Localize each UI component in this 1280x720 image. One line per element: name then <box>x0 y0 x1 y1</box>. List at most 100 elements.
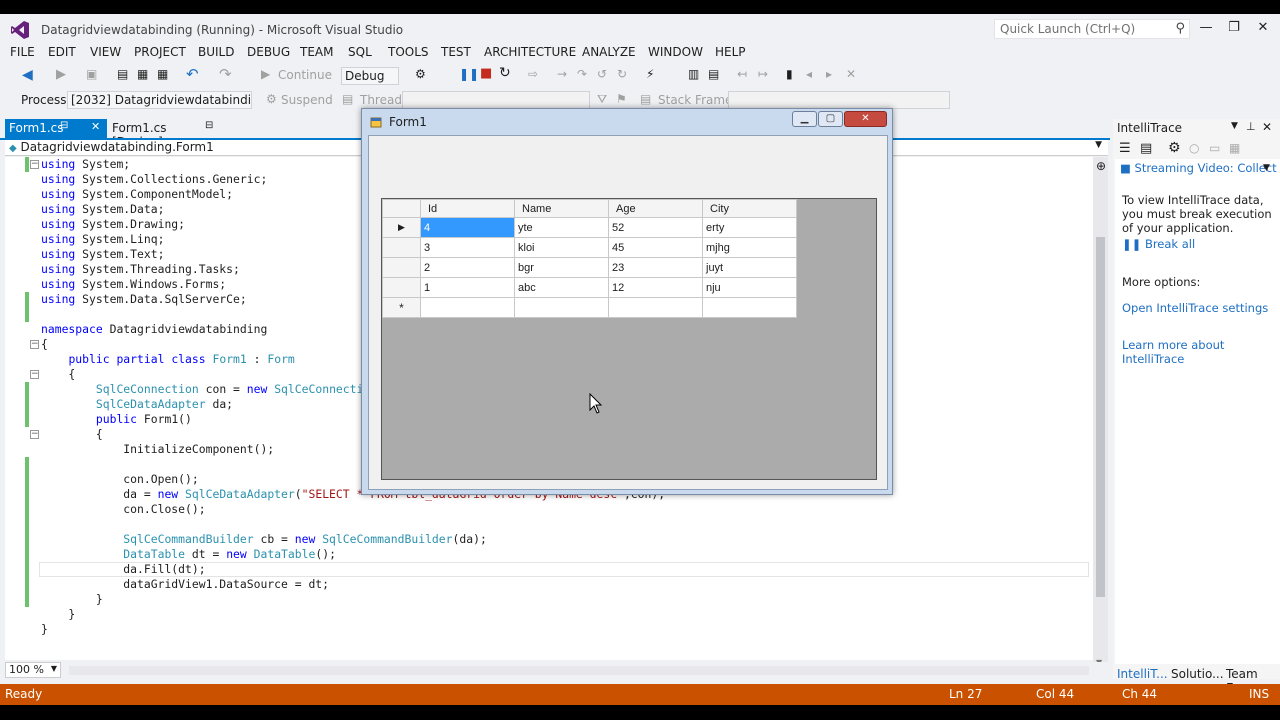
vertical-scrollbar[interactable]: ⊕ ▼ <box>1093 157 1108 672</box>
split-icon[interactable]: ⊕ <box>1096 159 1106 173</box>
code-line[interactable]: using System.Threading.Tasks; <box>41 262 240 277</box>
code-line[interactable]: con.Close(); <box>41 502 205 517</box>
show-next-statement-icon[interactable]: ⇨ <box>528 67 538 81</box>
stack-frame-select[interactable] <box>728 91 950 109</box>
new-project-icon[interactable]: ▣ <box>86 67 97 81</box>
bookmark-icon[interactable]: ▮ <box>786 67 793 81</box>
redo-icon[interactable]: ↷ <box>219 65 232 83</box>
threads-icon[interactable]: ▥ <box>688 67 699 81</box>
form-minimize-button[interactable]: ▁ <box>792 111 817 127</box>
chevron-down-icon[interactable]: ▼ <box>1231 121 1238 131</box>
code-line[interactable]: using System.ComponentModel; <box>41 187 233 202</box>
form-close-button[interactable]: ✕ <box>844 111 887 127</box>
code-line[interactable]: using System.Data.SqlServerCe; <box>41 292 247 307</box>
code-line[interactable]: namespace Datagridviewdatabinding <box>41 322 267 337</box>
menu-view[interactable]: VIEW <box>90 45 121 59</box>
code-line[interactable]: } <box>41 607 75 622</box>
horizontal-scrollbar[interactable] <box>69 666 1089 675</box>
thread-select[interactable] <box>402 91 590 109</box>
flag-icon[interactable]: ⚑ <box>616 92 627 106</box>
fold-toggle-icon[interactable]: − <box>30 430 39 439</box>
hex-display-icon[interactable]: ⚡ <box>646 67 654 81</box>
grid-cell[interactable]: 52 <box>608 217 703 238</box>
grid-cell[interactable]: 2 <box>420 257 515 278</box>
streaming-row[interactable]: ■ Streaming Video: Collect ▼ <box>1120 161 1280 175</box>
row-header[interactable] <box>382 277 421 298</box>
refresh-icon[interactable]: ○ <box>1189 141 1199 155</box>
code-line[interactable]: { <box>41 367 75 382</box>
save-icon[interactable]: ▦ <box>137 67 148 81</box>
break-all-link[interactable]: ❚❚ Break all <box>1122 237 1195 251</box>
chevron-down-icon[interactable]: ▼ <box>51 664 57 673</box>
column-header-id[interactable]: Id <box>420 199 515 218</box>
open-icon[interactable]: ▭ <box>1209 141 1220 155</box>
code-line[interactable]: da.Fill(dt); <box>41 562 205 577</box>
menu-test[interactable]: TEST <box>441 45 471 59</box>
code-line[interactable]: public partial class Form1 : Form <box>41 352 294 367</box>
code-line[interactable]: SqlCeDataAdapter da; <box>41 397 233 412</box>
open-settings-link[interactable]: Open IntelliTrace settings <box>1122 301 1268 315</box>
back-icon[interactable]: ◀ <box>22 67 33 83</box>
stop-debugging-icon[interactable]: ■ <box>480 66 492 81</box>
save-icon[interactable]: ▦ <box>1229 141 1240 155</box>
code-line[interactable]: con.Open(); <box>41 472 198 487</box>
gear-icon[interactable]: ⚙ <box>1168 140 1181 156</box>
tab-solution-explorer[interactable]: Solutio... <box>1171 667 1224 681</box>
step-out-icon[interactable]: ↺ <box>597 67 607 81</box>
prev-bookmark-icon[interactable]: ◂ <box>806 67 812 81</box>
code-line[interactable]: using System; <box>41 157 130 172</box>
attach-icon[interactable]: ⚙ <box>415 67 426 81</box>
fold-toggle-icon[interactable]: − <box>30 370 39 379</box>
step-over-icon[interactable]: ↷ <box>577 67 587 81</box>
tab-intellitrace[interactable]: IntelliT... <box>1117 667 1168 681</box>
forward-icon[interactable]: ▶ <box>56 67 66 82</box>
minimize-button[interactable]: — <box>1193 18 1219 38</box>
step-into-icon[interactable]: → <box>557 67 567 81</box>
grid-cell[interactable]: 23 <box>608 257 703 278</box>
learn-more-link[interactable]: Learn more about IntelliTrace <box>1122 338 1280 366</box>
close-tab-icon[interactable]: ✕ <box>91 120 100 133</box>
grid-cell[interactable]: 1 <box>420 277 515 298</box>
form-maximize-button[interactable]: ▢ <box>818 111 843 127</box>
menu-build[interactable]: BUILD <box>198 45 234 59</box>
continue-icon[interactable]: ▶ <box>261 67 270 81</box>
code-line[interactable]: { <box>41 427 103 442</box>
menu-window[interactable]: WINDOW <box>648 45 703 59</box>
code-line[interactable]: using System.Text; <box>41 247 164 262</box>
column-header-age[interactable]: Age <box>608 199 703 218</box>
code-line[interactable]: dataGridView1.DataSource = dt; <box>41 577 329 592</box>
table-row[interactable]: ▶ 4 yte 52 erty <box>382 217 797 238</box>
current-row-indicator[interactable]: ▶ <box>382 217 421 238</box>
filter-icon[interactable]: ⛛ <box>597 92 607 107</box>
grid-cell[interactable]: 4 <box>420 217 515 238</box>
undo-icon[interactable]: ↶ <box>186 65 199 83</box>
restart-icon[interactable]: ↻ <box>499 65 511 81</box>
code-line[interactable]: DataTable dt = new DataTable(); <box>41 547 336 562</box>
table-row[interactable]: 1 abc 12 nju <box>382 277 797 298</box>
menu-edit[interactable]: EDIT <box>48 45 76 59</box>
table-row[interactable]: 3 kloi 45 mjhg <box>382 237 797 258</box>
chevron-down-icon[interactable]: ▼ <box>1095 140 1102 150</box>
restart-step-icon[interactable]: ↻ <box>617 67 627 81</box>
code-line[interactable]: using System.Windows.Forms; <box>41 277 226 292</box>
grid-cell[interactable] <box>702 297 797 318</box>
solution-config-select[interactable]: Debug <box>341 67 399 85</box>
close-button[interactable]: ✕ <box>1250 18 1276 38</box>
suspend-label[interactable]: Suspend <box>281 93 333 107</box>
row-header[interactable] <box>382 237 421 258</box>
code-line[interactable]: using System.Collections.Generic; <box>41 172 267 187</box>
code-line[interactable]: using System.Linq; <box>41 232 164 247</box>
menu-tools[interactable]: TOOLS <box>388 45 429 59</box>
grid-cell[interactable]: bgr <box>514 257 609 278</box>
grid-cell[interactable]: 12 <box>608 277 703 298</box>
code-line[interactable]: InitializeComponent(); <box>41 442 274 457</box>
clear-bookmarks-icon[interactable]: ✕ <box>846 67 856 81</box>
continue-label[interactable]: Continue <box>278 68 332 82</box>
grid-cell[interactable]: erty <box>702 217 797 238</box>
pin-icon[interactable]: ⊟ <box>205 120 213 131</box>
column-header-name[interactable]: Name <box>514 199 609 218</box>
grid-cell[interactable] <box>514 297 609 318</box>
table-row[interactable]: 2 bgr 23 juyt <box>382 257 797 278</box>
menu-help[interactable]: HELP <box>715 45 746 59</box>
suspend-icon[interactable]: ⚙ <box>266 92 277 106</box>
